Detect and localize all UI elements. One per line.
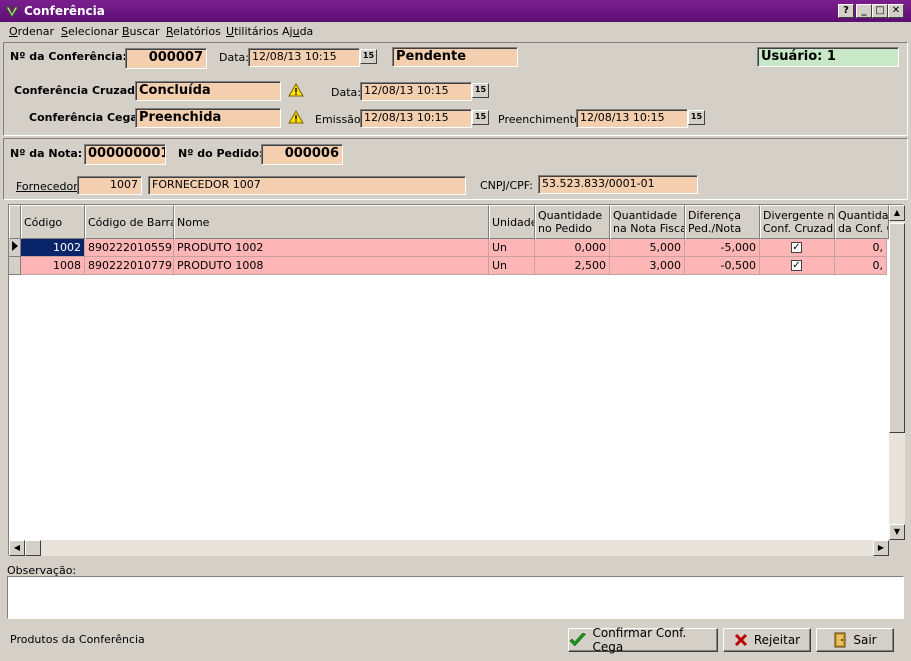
scroll-down-icon[interactable]: ▼ — [889, 524, 905, 540]
col-codigo-barras[interactable]: Código de Barras — [85, 205, 174, 239]
cell-qtd-nota[interactable]: 3,000 — [610, 257, 685, 275]
col-qtd-pedido[interactable]: Quantidade no Pedido — [535, 205, 610, 239]
close-button[interactable]: ✕ — [888, 4, 904, 18]
col-qtd-nota[interactable]: Quantidade na Nota Fiscal — [610, 205, 685, 239]
row-indicator — [9, 257, 21, 275]
preenchimento-field[interactable]: 12/08/13 10:15 — [576, 109, 688, 128]
scroll-corner — [889, 540, 905, 556]
calendar-icon[interactable]: 15 — [472, 110, 489, 125]
scroll-thumb[interactable] — [889, 223, 905, 433]
menu-ordenar[interactable]: Ordenar — [9, 25, 54, 38]
fornecedor-label: Fornecedor: — [16, 180, 82, 193]
data-field[interactable]: 12/08/13 10:15 — [248, 48, 360, 67]
col-codigo[interactable]: Código — [21, 205, 85, 239]
menu-bar: Ordenar Selecionar Buscar Relatórios Uti… — [0, 22, 911, 42]
divergente-checkbox[interactable]: ✓ — [791, 260, 802, 271]
cell-nome[interactable]: PRODUTO 1008 — [174, 257, 489, 275]
menu-ajuda[interactable]: Ajuda — [282, 25, 313, 38]
cruzada-data-field[interactable]: 12/08/13 10:15 — [360, 82, 472, 101]
cell-barras[interactable]: 8902220105591 — [85, 239, 174, 257]
row-indicator-header — [9, 205, 21, 239]
cell-codigo[interactable]: 1002 — [21, 239, 85, 257]
products-grid[interactable]: Código Código de Barras Nome Unidade Qua… — [8, 204, 905, 556]
cell-codigo[interactable]: 1008 — [21, 257, 85, 275]
cell-diferenca[interactable]: -5,000 — [685, 239, 760, 257]
title-bar: Conferência ? _ □ ✕ — [0, 0, 911, 22]
x-icon — [734, 633, 747, 647]
num-nota-label: Nº da Nota: — [10, 147, 83, 160]
confirmar-button[interactable]: Confirmar Conf. Cega — [568, 626, 718, 654]
col-divergente[interactable]: Divergente na Conf. Cruzada — [760, 205, 835, 239]
help-button[interactable]: ? — [838, 4, 854, 18]
menu-selecionar[interactable]: Selecionar — [61, 25, 119, 38]
emissao-field[interactable]: 12/08/13 10:15 — [360, 109, 472, 128]
row-indicator — [9, 239, 21, 257]
scroll-right-icon[interactable]: ▶ — [873, 540, 889, 556]
minimize-button[interactable]: _ — [856, 4, 872, 18]
table-row[interactable]: 1002 8902220105591 PRODUTO 1002 Un 0,000… — [9, 239, 887, 257]
cell-qtd-nota[interactable]: 5,000 — [610, 239, 685, 257]
scroll-left-icon[interactable]: ◀ — [9, 540, 25, 556]
calendar-icon[interactable]: 15 — [688, 110, 705, 125]
menu-utilitarios[interactable]: Utilitários — [226, 25, 279, 38]
maximize-button[interactable]: □ — [872, 4, 888, 18]
cruzada-status-field: Concluída — [135, 81, 281, 101]
door-exit-icon — [834, 632, 846, 648]
table-row[interactable]: 1008 8902220107793 PRODUTO 1008 Un 2,500… — [9, 257, 887, 275]
cell-unidade[interactable]: Un — [489, 257, 535, 275]
cell-barras[interactable]: 8902220107793 — [85, 257, 174, 275]
calendar-icon[interactable]: 15 — [360, 49, 377, 64]
cell-nome[interactable]: PRODUTO 1002 — [174, 239, 489, 257]
cell-unidade[interactable]: Un — [489, 239, 535, 257]
col-nome[interactable]: Nome — [174, 205, 489, 239]
cell-diferenca[interactable]: -0,500 — [685, 257, 760, 275]
cruzada-label: Conferência Cruzada: — [14, 84, 147, 97]
cell-qtd-pedido[interactable]: 0,000 — [535, 239, 610, 257]
usuario-field: Usuário: 1 — [757, 47, 899, 67]
num-conferencia-label: Nº da Conferência: — [10, 50, 127, 63]
row-pointer-icon — [12, 241, 18, 251]
scroll-up-icon[interactable]: ▲ — [889, 205, 905, 221]
app-icon — [5, 6, 19, 18]
divergente-checkbox[interactable]: ✓ — [791, 242, 802, 253]
rejeitar-button[interactable]: Rejeitar — [723, 628, 811, 652]
hscroll-thumb[interactable] — [25, 540, 41, 556]
cell-qtd-pedido[interactable]: 2,500 — [535, 257, 610, 275]
vertical-scrollbar[interactable]: ▲ ▼ — [889, 205, 905, 540]
cell-qtd-cega[interactable]: 0, — [835, 257, 887, 275]
cell-divergente[interactable]: ✓ — [760, 239, 835, 257]
col-qtd-cega[interactable]: Quantidade da Conf. Cega — [835, 205, 889, 239]
status-text: Produtos da Conferência — [10, 633, 145, 646]
preenchimento-label: Preenchimento: — [498, 113, 585, 126]
col-unidade[interactable]: Unidade — [489, 205, 535, 239]
num-conferencia-field[interactable]: 000007 — [125, 48, 207, 69]
cnpj-label: CNPJ/CPF: — [480, 179, 533, 192]
cnpj-field[interactable]: 53.523.833/0001-01 — [538, 175, 698, 194]
horizontal-scrollbar[interactable]: ◀ ▶ — [9, 540, 889, 556]
cega-label: Conferência Cega: — [29, 111, 143, 124]
fornecedor-code-field[interactable]: 1007 — [77, 176, 142, 195]
check-icon — [569, 632, 587, 647]
data-label: Data: — [219, 51, 249, 64]
menu-buscar[interactable]: Buscar — [122, 25, 160, 38]
window-title: Conferência — [24, 4, 105, 18]
num-pedido-label: Nº do Pedido: — [178, 147, 264, 160]
cell-qtd-cega[interactable]: 0, — [835, 239, 887, 257]
status-field: Pendente — [392, 47, 518, 67]
observacao-textarea[interactable] — [7, 576, 904, 619]
cruzada-data-label: Data: — [331, 86, 361, 99]
calendar-icon[interactable]: 15 — [472, 83, 489, 98]
num-pedido-field[interactable]: 000006 — [261, 144, 343, 165]
col-diferenca[interactable]: Diferença Ped./Nota — [685, 205, 760, 239]
warning-icon — [288, 110, 304, 124]
cell-divergente[interactable]: ✓ — [760, 257, 835, 275]
emissao-label: Emissão: — [315, 113, 365, 126]
menu-relatorios[interactable]: Relatórios — [166, 25, 221, 38]
sair-button[interactable]: Sair — [816, 628, 894, 652]
warning-icon — [288, 83, 304, 97]
cega-status-field: Preenchida — [135, 108, 281, 128]
fornecedor-name-field[interactable]: FORNECEDOR 1007 — [148, 176, 466, 195]
num-nota-field[interactable]: 000000001 — [84, 144, 166, 165]
